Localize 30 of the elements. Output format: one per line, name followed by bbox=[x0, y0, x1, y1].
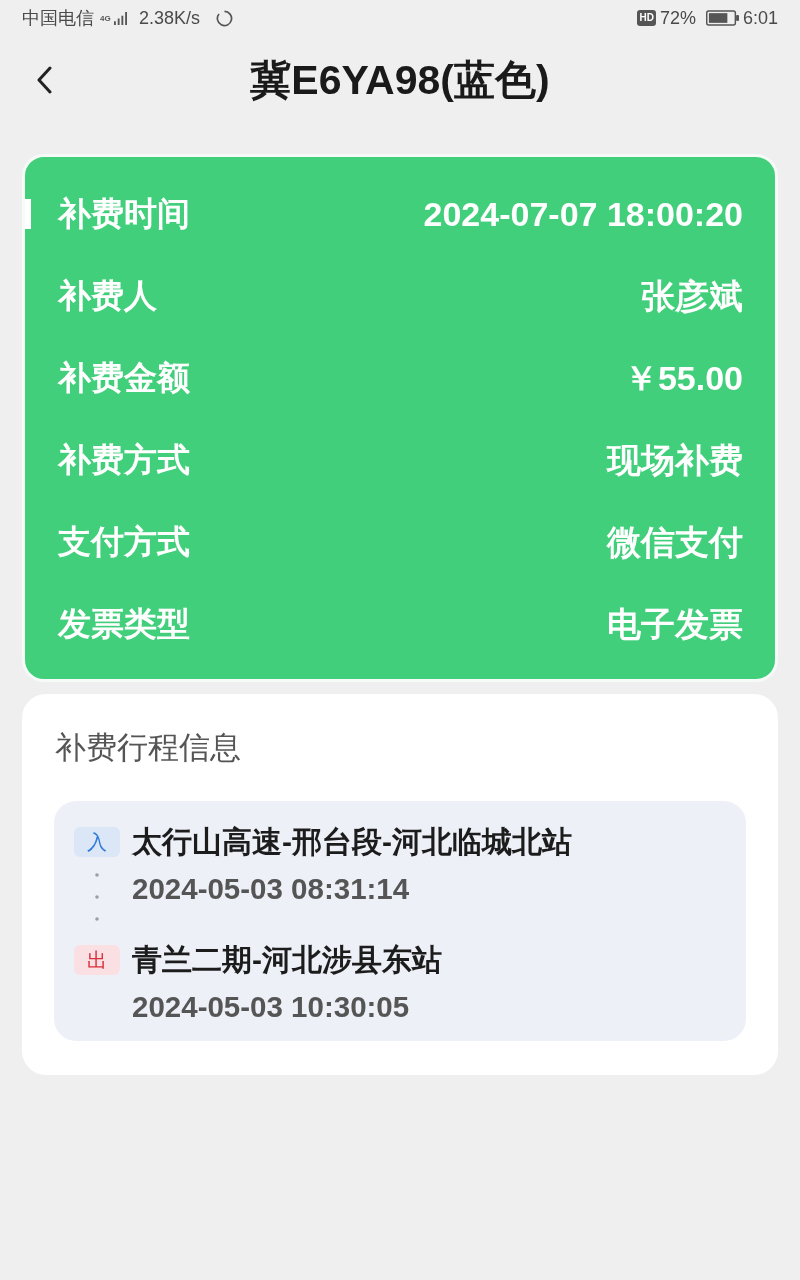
stop-time: 2024-05-03 08:31:14 bbox=[132, 871, 410, 907]
trip-section-title: 补费行程信息 bbox=[54, 729, 242, 767]
battery-icon bbox=[705, 10, 739, 26]
detail-label: 支付方式 bbox=[58, 522, 190, 562]
battery-percent: 72% bbox=[659, 8, 696, 28]
network-type: 4G bbox=[100, 13, 110, 23]
detail-value: 现场补费 bbox=[607, 440, 743, 481]
detail-value: ￥55.00 bbox=[623, 358, 743, 399]
station-name: 青兰二期-河北涉县东站 bbox=[132, 942, 442, 978]
detail-value: 张彦斌 bbox=[641, 276, 743, 317]
detail-label: 发票类型 bbox=[58, 604, 190, 644]
carrier-name: 中国电信 bbox=[22, 8, 94, 28]
detail-label: 补费时间 bbox=[58, 194, 190, 234]
detail-label: 补费人 bbox=[58, 276, 157, 316]
back-chevron-icon bbox=[36, 66, 52, 94]
station-name: 太行山高速-邢台段-河北临城北站 bbox=[132, 824, 572, 860]
detail-value: 2024-07-07 18:00:20 bbox=[423, 194, 743, 235]
detail-label: 补费金额 bbox=[58, 358, 190, 398]
signal-icon bbox=[114, 11, 127, 25]
hd-badge: HD bbox=[637, 10, 656, 26]
detail-value: 电子发票 bbox=[607, 604, 743, 645]
stop-type-badge: 出 bbox=[74, 945, 120, 975]
stop-type-badge: 入 bbox=[74, 827, 120, 857]
detail-label: 补费方式 bbox=[58, 440, 190, 480]
clock-time: 6:01 bbox=[742, 8, 778, 28]
stop-time: 2024-05-03 10:30:05 bbox=[132, 989, 410, 1025]
loading-ring-icon bbox=[216, 9, 234, 27]
plate-title: 冀E6YA98(蓝色) bbox=[250, 56, 550, 105]
detail-value: 微信支付 bbox=[607, 522, 743, 563]
network-speed: 2.38K/s bbox=[139, 8, 201, 28]
